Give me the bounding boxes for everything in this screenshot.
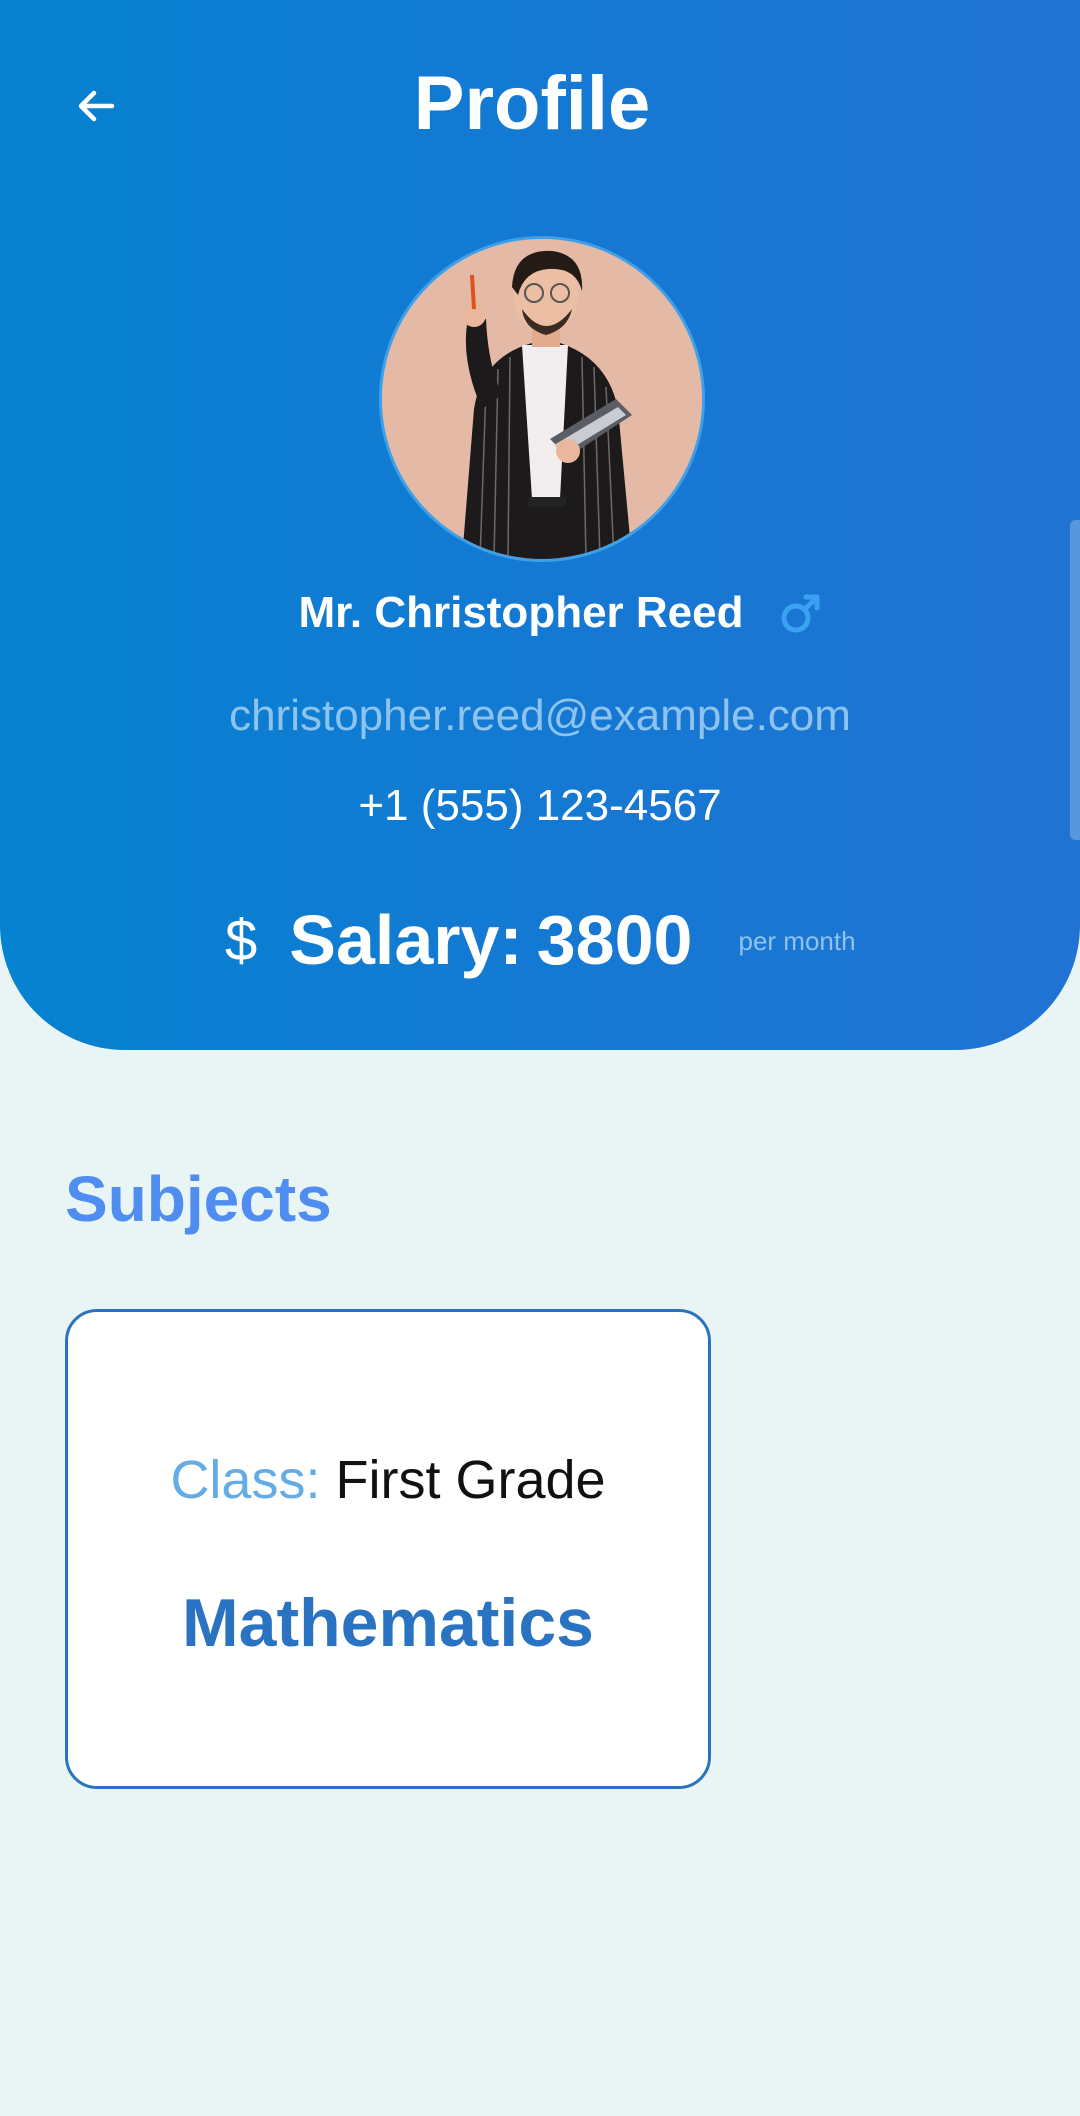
class-value: First Grade	[335, 1450, 606, 1510]
subject-name: Mathematics	[182, 1585, 594, 1661]
salary-row: $ Salary: 3800 per month	[225, 895, 856, 985]
salary-value: 3800	[536, 901, 693, 979]
dollar-icon: $	[225, 907, 258, 973]
class-line: Class: First Grade	[68, 1446, 708, 1514]
phone-text: +1 (555) 123-4567	[358, 781, 722, 830]
subjects-heading: Subjects	[65, 1163, 332, 1235]
profile-header: Profile Mr. Christopher Reed christopher…	[0, 0, 1080, 1050]
class-label: Class:	[170, 1450, 321, 1510]
profile-photo	[382, 239, 702, 559]
subject-card[interactable]: Class: First Grade Mathematics	[65, 1309, 711, 1789]
page-title: Profile	[413, 61, 651, 146]
name-row: Mr. Christopher Reed	[0, 585, 1080, 641]
avatar	[379, 236, 705, 562]
salary-label: Salary:	[289, 901, 523, 979]
email-text: christopher.reed@example.com	[229, 691, 851, 740]
scrollbar[interactable]	[1070, 520, 1080, 840]
teacher-name: Mr. Christopher Reed	[298, 588, 744, 637]
salary-period: per month	[738, 925, 856, 956]
male-symbol-icon	[781, 594, 820, 633]
